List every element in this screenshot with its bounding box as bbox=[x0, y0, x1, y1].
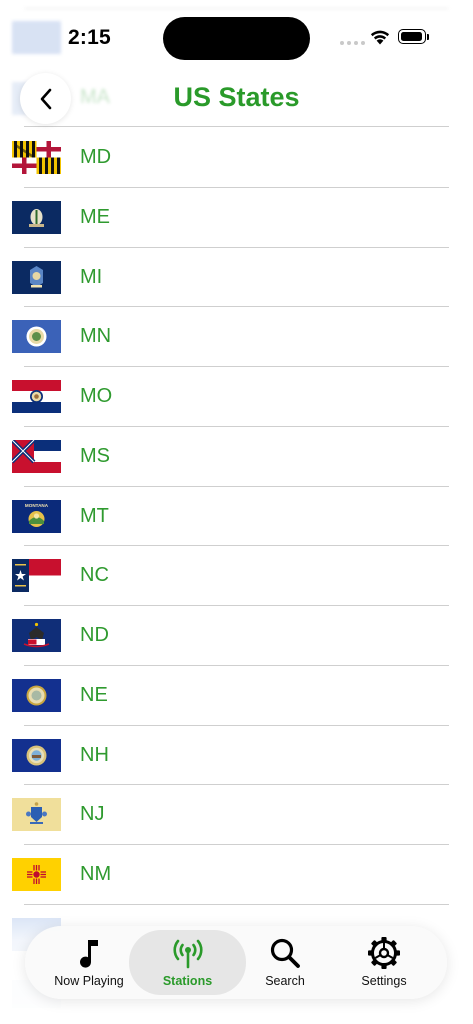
tab-label: Settings bbox=[361, 974, 407, 988]
list-item[interactable]: MO bbox=[0, 367, 473, 427]
north-dakota-flag-icon bbox=[12, 619, 61, 652]
list-item[interactable]: MS bbox=[0, 427, 473, 487]
state-code: ME bbox=[80, 205, 110, 228]
tab-label: Now Playing bbox=[54, 974, 124, 988]
list-item[interactable]: ME bbox=[0, 188, 473, 248]
maryland-flag-icon bbox=[12, 141, 61, 174]
state-code: MN bbox=[80, 325, 112, 348]
state-code: NE bbox=[80, 683, 108, 706]
michigan-flag-icon bbox=[12, 260, 61, 294]
list-item[interactable]: ND bbox=[0, 606, 473, 666]
state-code: MO bbox=[80, 385, 113, 407]
list-item[interactable]: NM bbox=[0, 845, 473, 905]
search-icon bbox=[270, 938, 300, 968]
state-code: ND bbox=[80, 624, 109, 646]
state-code: MD bbox=[80, 146, 112, 168]
list-item[interactable]: MONTANA MT bbox=[0, 487, 473, 547]
antenna-icon bbox=[172, 939, 203, 969]
header-divider bbox=[24, 126, 449, 127]
mississippi-flag-icon bbox=[12, 439, 61, 473]
new-hampshire-flag-icon bbox=[12, 738, 61, 772]
new-mexico-flag-icon bbox=[12, 858, 61, 891]
states-list: MD ME MI MN MO MS MONTANA MT NC ND NE NH… bbox=[0, 128, 473, 905]
wifi-icon bbox=[370, 30, 390, 45]
tab-settings[interactable]: Settings bbox=[347, 930, 421, 995]
nebraska-flag-icon bbox=[12, 678, 61, 712]
list-item[interactable]: NC bbox=[0, 546, 473, 606]
list-item[interactable]: MI bbox=[0, 248, 473, 308]
state-code: MS bbox=[80, 444, 110, 467]
status-bar: 2:15 bbox=[0, 0, 473, 78]
montana-flag-text: MONTANA bbox=[25, 503, 49, 508]
state-code: MI bbox=[80, 265, 103, 288]
state-code: NC bbox=[80, 564, 109, 587]
list-item[interactable]: NE bbox=[0, 666, 473, 726]
tab-stations[interactable]: Stations bbox=[129, 930, 246, 995]
tab-now-playing[interactable]: Now Playing bbox=[47, 930, 131, 995]
list-item[interactable]: MD bbox=[0, 128, 473, 188]
battery-icon bbox=[398, 29, 429, 44]
tab-label: Search bbox=[265, 974, 305, 988]
music-note-icon bbox=[80, 940, 98, 968]
tab-search[interactable]: Search bbox=[248, 930, 322, 995]
missouri-flag-icon bbox=[12, 380, 61, 413]
tab-bar: Now Playing Stations Search Settings bbox=[25, 926, 447, 999]
list-item[interactable]: NJ bbox=[0, 785, 473, 845]
list-item[interactable]: NH bbox=[0, 726, 473, 786]
new-jersey-flag-icon bbox=[12, 798, 61, 832]
north-carolina-flag-icon bbox=[12, 559, 61, 593]
status-time: 2:15 bbox=[68, 26, 111, 49]
list-item[interactable]: MN bbox=[0, 307, 473, 367]
state-code: NM bbox=[80, 863, 112, 885]
state-code: NJ bbox=[80, 803, 105, 826]
maine-flag-icon bbox=[12, 200, 61, 234]
tab-label: Stations bbox=[162, 974, 213, 988]
cellular-signal-icon bbox=[340, 41, 365, 45]
minnesota-flag-icon bbox=[12, 320, 61, 354]
gear-icon bbox=[368, 937, 400, 969]
dynamic-island bbox=[163, 17, 310, 60]
state-code: NH bbox=[80, 743, 109, 766]
page-title: US States bbox=[173, 82, 300, 112]
state-code: MT bbox=[80, 504, 109, 527]
montana-flag-icon: MONTANA bbox=[12, 499, 61, 533]
